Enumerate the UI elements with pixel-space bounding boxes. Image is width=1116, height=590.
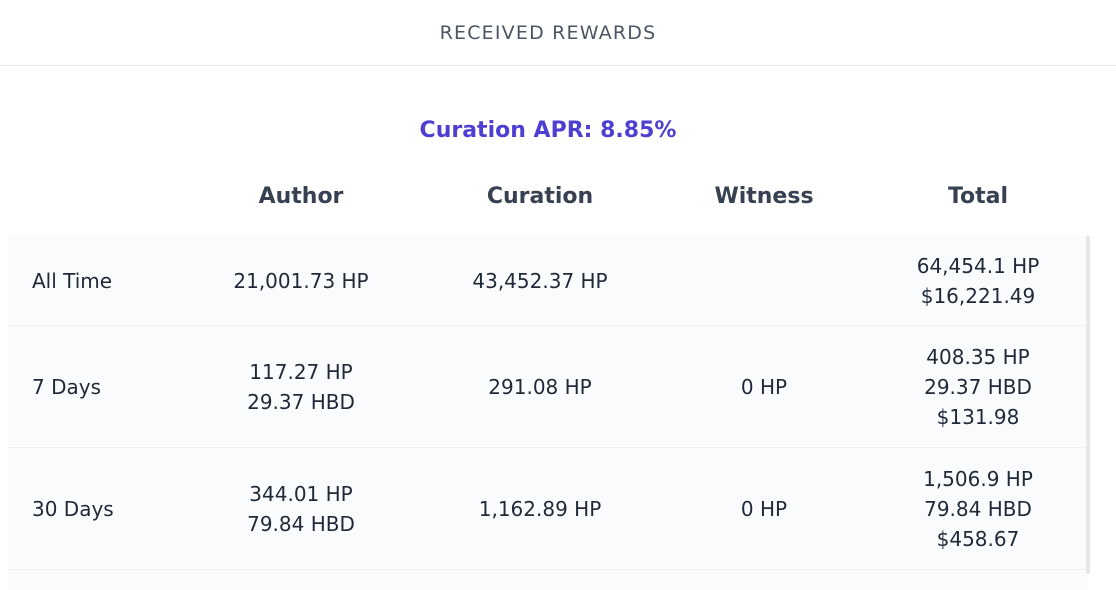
- row-label: 7 Days: [32, 326, 101, 447]
- total-value: 79.84 HBD: [924, 496, 1032, 521]
- row-label-text: All Time: [32, 268, 113, 293]
- witness-cell: 0 HP: [741, 448, 787, 569]
- column-header-author: Author: [258, 184, 344, 209]
- table-header: Author Curation Witness Total: [0, 184, 1096, 218]
- table-row-30-days: 30 Days 344.01 HP 79.84 HBD 1,162.89 HP …: [8, 448, 1088, 570]
- author-value: 117.27 HP: [249, 359, 353, 384]
- curation-value: 291.08 HP: [488, 374, 592, 399]
- table-row: [8, 570, 1088, 590]
- section-header: RECEIVED REWARDS: [0, 0, 1116, 66]
- column-header-witness: Witness: [714, 184, 814, 209]
- total-cell: 408.35 HP 29.37 HBD $131.98: [924, 326, 1032, 447]
- row-label-text: 7 Days: [32, 374, 101, 399]
- table-row-all-time: All Time 21,001.73 HP 43,452.37 HP 64,45…: [8, 236, 1088, 326]
- curation-value: 1,162.89 HP: [478, 496, 602, 521]
- total-value: 64,454.1 HP: [916, 253, 1040, 278]
- witness-value: 0 HP: [740, 374, 788, 399]
- curation-cell: 291.08 HP: [488, 326, 591, 447]
- curation-cell: 43,452.37 HP: [472, 236, 607, 325]
- row-label-text: 30 Days: [32, 496, 114, 521]
- row-label: 30 Days: [32, 448, 114, 569]
- total-value: $16,221.49: [920, 283, 1036, 308]
- total-value: 1,506.9 HP: [923, 466, 1033, 491]
- curation-value: 43,452.37 HP: [472, 268, 608, 293]
- column-header-total: Total: [947, 184, 1009, 209]
- author-cell: 21,001.73 HP: [233, 236, 368, 325]
- witness-value: 0 HP: [740, 496, 788, 521]
- witness-cell: 0 HP: [741, 326, 787, 447]
- total-cell: 1,506.9 HP 79.84 HBD $458.67: [923, 448, 1033, 569]
- curation-apr-label: Curation APR:: [419, 118, 593, 143]
- total-value: 29.37 HBD: [924, 374, 1032, 399]
- rewards-table: All Time 21,001.73 HP 43,452.37 HP 64,45…: [8, 236, 1088, 590]
- scrollbar[interactable]: [1086, 236, 1090, 574]
- curation-apr: Curation APR: 8.85%: [0, 118, 1096, 143]
- table-row-7-days: 7 Days 117.27 HP 29.37 HBD 291.08 HP 0 H…: [8, 326, 1088, 448]
- author-cell: 117.27 HP 29.37 HBD: [247, 326, 355, 447]
- author-value: 79.84 HBD: [247, 511, 355, 536]
- column-header-curation: Curation: [486, 184, 594, 209]
- total-value: $131.98: [936, 404, 1020, 429]
- curation-apr-value: 8.85%: [600, 118, 677, 143]
- row-label: All Time: [32, 236, 112, 325]
- author-cell: 344.01 HP 79.84 HBD: [247, 448, 355, 569]
- curation-cell: 1,162.89 HP: [479, 448, 602, 569]
- section-title: RECEIVED REWARDS: [439, 21, 657, 44]
- total-cell: 64,454.1 HP $16,221.49: [917, 236, 1040, 325]
- author-value: 29.37 HBD: [247, 389, 355, 414]
- author-value: 344.01 HP: [249, 481, 353, 506]
- author-value: 21,001.73 HP: [233, 268, 369, 293]
- total-value: $458.67: [936, 526, 1020, 551]
- total-value: 408.35 HP: [926, 344, 1030, 369]
